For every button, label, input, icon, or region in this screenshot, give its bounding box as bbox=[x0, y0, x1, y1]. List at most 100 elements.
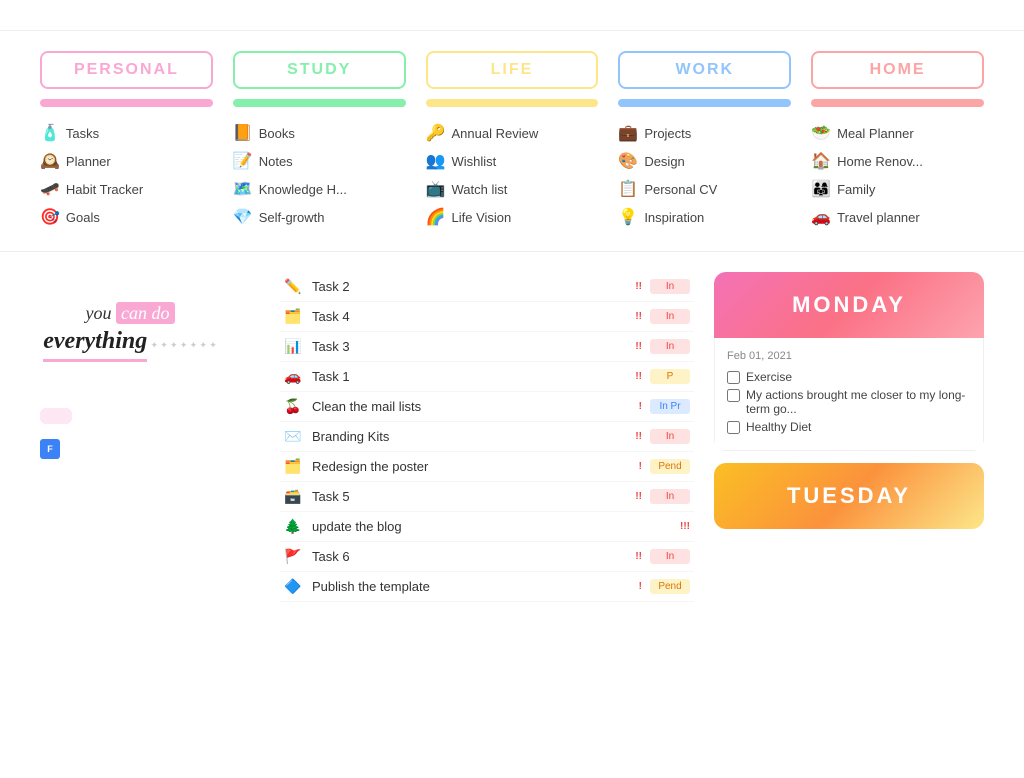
category-col-study: STUDY 📙Books 📝 Notes 🗺️Knowledge H...💎Self-g… bbox=[233, 51, 406, 231]
item-label: Inspiration bbox=[644, 210, 704, 225]
category-badge-personal[interactable]: PERSONAL bbox=[40, 51, 213, 89]
list-item[interactable]: My actions brought me closer to my long-… bbox=[727, 388, 971, 416]
checklist-label: Healthy Diet bbox=[746, 420, 811, 434]
table-row[interactable]: 🚗Task 1!!P bbox=[280, 362, 694, 392]
task-name: Task 3 bbox=[312, 339, 627, 354]
table-row[interactable]: 🗂️Task 4!!In bbox=[280, 302, 694, 332]
status-badge: Pend bbox=[650, 579, 690, 594]
status-badge: Pend bbox=[650, 459, 690, 474]
task-name: update the blog bbox=[312, 519, 672, 534]
list-item[interactable]: 🚗Travel planner bbox=[811, 203, 984, 231]
status-badge: In Pr bbox=[650, 399, 690, 414]
item-label: Meal Planner bbox=[837, 126, 914, 141]
task-icon: ✏️ bbox=[284, 278, 304, 295]
status-badge: In bbox=[650, 309, 690, 324]
table-row[interactable]: ✏️Task 2!!In bbox=[280, 272, 694, 302]
category-badge-study[interactable]: STUDY bbox=[233, 51, 406, 89]
list-item[interactable]: 👨‍👩‍👧Family bbox=[811, 175, 984, 203]
checklist-checkbox[interactable] bbox=[727, 389, 740, 402]
task-priority: !! bbox=[635, 491, 642, 502]
item-icon: 💼 bbox=[618, 123, 638, 143]
list-item[interactable]: 💡Inspiration bbox=[618, 203, 791, 231]
checklist-checkbox[interactable] bbox=[727, 421, 740, 434]
task-priority: ! bbox=[639, 581, 642, 592]
list-item[interactable]: 🛹Habit Tracker bbox=[40, 175, 213, 203]
item-icon: 📝 bbox=[233, 151, 253, 171]
table-row[interactable]: ✉️ Branding Kits!! In bbox=[280, 422, 694, 452]
category-badge-home[interactable]: HOME bbox=[811, 51, 984, 89]
item-label: Watch list bbox=[452, 182, 508, 197]
categories-section: PERSONAL 🧴Tasks🕰️Planner🛹Habit Tracker🎯Go… bbox=[0, 31, 1024, 252]
task-icon: 🔷 bbox=[284, 578, 304, 595]
task-name: Task 4 bbox=[312, 309, 627, 324]
list-item[interactable]: 🕰️Planner bbox=[40, 147, 213, 175]
task-priority: !! bbox=[635, 281, 642, 292]
item-icon: 🔑 bbox=[426, 123, 446, 143]
item-label: Habit Tracker bbox=[66, 182, 143, 197]
publish-item[interactable]: F bbox=[40, 439, 260, 459]
list-item[interactable]: 💼Projects bbox=[618, 119, 791, 147]
table-row[interactable]: 🗂️Redesign the poster!Pend bbox=[280, 452, 694, 482]
task-priority: !! bbox=[635, 371, 642, 382]
checklist-label: My actions brought me closer to my long-… bbox=[746, 388, 971, 416]
bottom-section: you can do everything ✦ ✦ ✦ ✦ ✦ ✦ ✦ F ✏️… bbox=[0, 252, 1024, 622]
category-col-home: HOME 🥗 Meal Planner 🏠Home Renov...👨‍👩‍👧Fami… bbox=[811, 51, 984, 231]
item-icon: 📋 bbox=[618, 179, 638, 199]
list-item[interactable]: 📙Books bbox=[233, 119, 406, 147]
page-title bbox=[0, 0, 1024, 31]
task-icon: ✉️ bbox=[284, 428, 304, 445]
table-row[interactable]: 📊Task 3!!In bbox=[280, 332, 694, 362]
item-icon: 🌈 bbox=[426, 207, 446, 227]
item-icon: 📺 bbox=[426, 179, 446, 199]
category-badge-life[interactable]: LIFE bbox=[426, 51, 599, 89]
task-priority: !! bbox=[635, 431, 642, 442]
list-item[interactable]: Exercise bbox=[727, 370, 971, 384]
task-priority: !! bbox=[635, 341, 642, 352]
category-items-work: 💼Projects🎨Design 📋 Personal CV 💡Inspiration bbox=[618, 119, 791, 231]
task-name: Branding Kits bbox=[312, 429, 627, 444]
list-item[interactable]: Healthy Diet bbox=[727, 420, 971, 434]
table-row[interactable]: 🚩Task 6!!In bbox=[280, 542, 694, 572]
list-item[interactable]: 🏠Home Renov... bbox=[811, 147, 984, 175]
task-icon: 🚗 bbox=[284, 368, 304, 385]
table-row[interactable]: 🍒Clean the mail lists!In Pr bbox=[280, 392, 694, 422]
list-item[interactable]: 🥗 Meal Planner bbox=[811, 119, 984, 147]
day-header: TUESDAY bbox=[714, 463, 984, 529]
list-item[interactable]: 🎯Goals bbox=[40, 203, 213, 231]
table-row[interactable]: 🔷 Publish the template! Pend bbox=[280, 572, 694, 602]
list-item[interactable]: 📝 Notes bbox=[233, 147, 406, 175]
task-panel: ✏️Task 2!!In🗂️Task 4!!In📊Task 3!!In🚗Task… bbox=[280, 272, 694, 602]
item-label: Goals bbox=[66, 210, 100, 225]
item-label: Self-growth bbox=[259, 210, 325, 225]
item-label: Personal CV bbox=[644, 182, 717, 197]
task-name: Clean the mail lists bbox=[312, 399, 631, 414]
list-item[interactable]: 🌈Life Vision bbox=[426, 203, 599, 231]
task-priority: !! bbox=[635, 551, 642, 562]
status-badge: In bbox=[650, 429, 690, 444]
day-checklist: Exercise My actions brought me closer to … bbox=[727, 370, 971, 434]
list-item[interactable]: 🗺️Knowledge H... bbox=[233, 175, 406, 203]
table-row[interactable]: 🌲update the blog!!! bbox=[280, 512, 694, 542]
item-icon: 🥗 bbox=[811, 123, 831, 143]
task-name: Task 1 bbox=[312, 369, 627, 384]
checklist-checkbox[interactable] bbox=[727, 371, 740, 384]
list-item[interactable]: 📋 Personal CV bbox=[618, 175, 791, 203]
item-label: Books bbox=[259, 126, 295, 141]
category-badge-work[interactable]: WORK bbox=[618, 51, 791, 89]
task-name: Publish the template bbox=[312, 579, 631, 594]
item-label: Planner bbox=[66, 154, 111, 169]
list-item[interactable]: 🎨Design bbox=[618, 147, 791, 175]
list-item[interactable]: 👥Wishlist bbox=[426, 147, 599, 175]
task-name: Task 5 bbox=[312, 489, 627, 504]
list-item[interactable]: 🧴Tasks bbox=[40, 119, 213, 147]
list-item[interactable]: 💎Self-growth bbox=[233, 203, 406, 231]
item-icon: 👨‍👩‍👧 bbox=[811, 179, 831, 199]
list-item[interactable]: 🔑Annual Review bbox=[426, 119, 599, 147]
item-label: Notes bbox=[259, 154, 293, 169]
task-priority: !! bbox=[635, 311, 642, 322]
list-item[interactable]: 📺 Watch list bbox=[426, 175, 599, 203]
status-badge: In bbox=[650, 549, 690, 564]
task-icon: 🚩 bbox=[284, 548, 304, 565]
table-row[interactable]: 🗃️Task 5!!In bbox=[280, 482, 694, 512]
category-bar-study bbox=[233, 99, 406, 107]
